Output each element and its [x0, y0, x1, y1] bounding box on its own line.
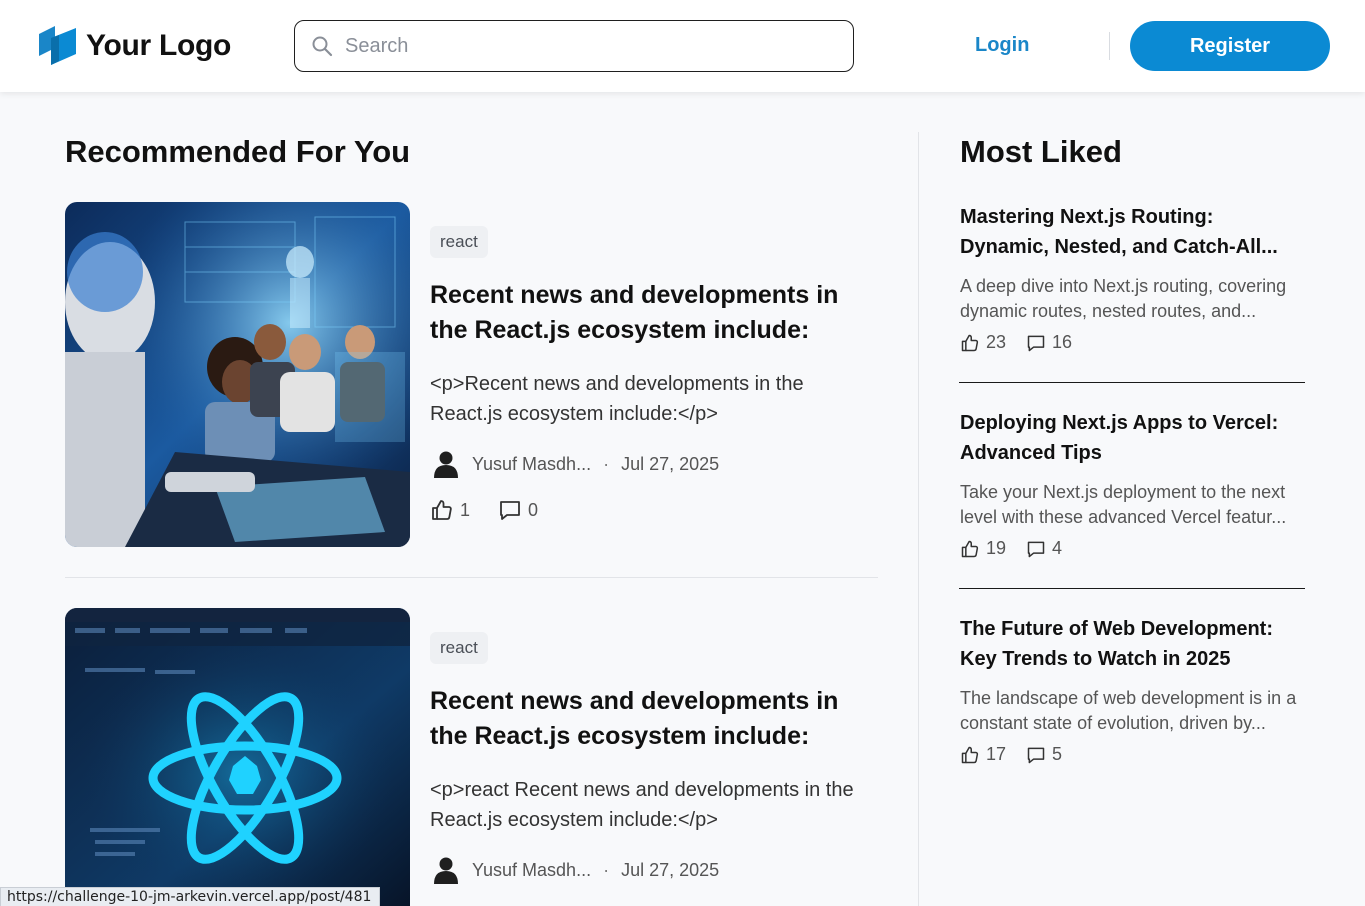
logo-cube-icon: [39, 26, 76, 65]
post-date: Jul 27, 2025: [621, 859, 720, 880]
post-stats: 1 0: [430, 498, 566, 522]
login-link[interactable]: Login: [975, 34, 1029, 57]
recommended-heading: Recommended For You: [65, 134, 411, 169]
comment-bubble-icon: [500, 501, 520, 520]
comment-count: 16: [1052, 332, 1073, 352]
liked-post-stats: 23 16: [960, 332, 1305, 353]
post-meta: Yusuf Masdh... · Jul 27, 2025: [430, 856, 719, 884]
post-excerpt: <p>Recent news and developments in the R…: [430, 373, 804, 425]
comment-button[interactable]: 16: [1026, 332, 1072, 353]
liked-divider: [959, 588, 1305, 589]
most-liked-item[interactable]: Mastering Next.js Routing: Dynamic, Nest…: [960, 202, 1305, 353]
meta-separator: ·: [603, 453, 610, 474]
thumbs-up-icon: [961, 746, 979, 763]
search-icon: [312, 36, 333, 57]
like-button[interactable]: 23: [960, 332, 1006, 353]
status-bar-url: https://challenge-10-jm-arkevin.vercel.a…: [0, 887, 381, 906]
post-card[interactable]: react Recent news and developments in th…: [65, 608, 878, 906]
comment-bubble-icon: [1027, 541, 1045, 557]
thumbs-up-icon: [432, 500, 452, 520]
post-tag[interactable]: react: [430, 226, 488, 258]
user-avatar-icon: [434, 857, 458, 884]
comment-button[interactable]: 5: [1026, 744, 1062, 765]
comment-button[interactable]: 4: [1026, 538, 1062, 559]
liked-post-stats: 17 5: [960, 744, 1305, 765]
meta-separator: ·: [603, 859, 610, 880]
thumbs-up-icon: [961, 334, 979, 351]
register-button[interactable]: Register: [1130, 21, 1330, 71]
like-count: 23: [986, 332, 1007, 352]
like-button[interactable]: 1: [430, 498, 470, 522]
liked-post-title[interactable]: The Future of Web Development: Key Trend…: [960, 614, 1305, 674]
like-count: 19: [986, 538, 1007, 558]
most-liked-item[interactable]: The Future of Web Development: Key Trend…: [960, 614, 1305, 765]
post-date: Jul 27, 2025: [621, 453, 720, 474]
logo-text: Your Logo: [86, 28, 232, 62]
top-navbar: Your Logo Login Register: [0, 0, 1365, 92]
post-thumbnail[interactable]: [65, 202, 410, 547]
liked-post-stats: 19 4: [960, 538, 1305, 559]
site-logo[interactable]: Your Logo: [39, 26, 231, 65]
post-thumbnail[interactable]: [65, 608, 410, 906]
like-button[interactable]: 19: [960, 538, 1006, 559]
like-count: 1: [460, 499, 471, 520]
most-liked-item[interactable]: Deploying Next.js Apps to Vercel: Advanc…: [960, 408, 1305, 559]
card-divider: [65, 577, 878, 578]
liked-post-title[interactable]: Deploying Next.js Apps to Vercel: Advanc…: [960, 408, 1305, 468]
author-name[interactable]: Yusuf Masdh...: [472, 454, 591, 475]
comment-bubble-icon: [1027, 747, 1045, 763]
header-divider: [1109, 32, 1110, 60]
liked-post-title[interactable]: Mastering Next.js Routing: Dynamic, Nest…: [960, 202, 1305, 262]
most-liked-heading: Most Liked: [960, 134, 1122, 169]
post-tag[interactable]: react: [430, 632, 488, 664]
liked-post-excerpt: A deep dive into Next.js routing, coveri…: [960, 276, 1287, 321]
post-meta: Yusuf Masdh... · Jul 27, 2025: [430, 450, 719, 478]
post-card[interactable]: react Recent news and developments in th…: [65, 202, 878, 547]
post-title[interactable]: Recent news and developments in the Reac…: [430, 684, 870, 754]
liked-post-excerpt: The landscape of web development is in a…: [960, 688, 1297, 733]
like-count: 17: [986, 744, 1007, 764]
comment-count: 4: [1052, 538, 1063, 558]
comment-count: 5: [1052, 744, 1063, 764]
post-excerpt: <p>react Recent news and developments in…: [430, 779, 854, 831]
search-input[interactable]: [345, 34, 825, 58]
comment-bubble-icon: [1027, 335, 1045, 351]
like-button[interactable]: 17: [960, 744, 1006, 765]
user-avatar-icon: [434, 451, 458, 478]
column-divider: [918, 132, 919, 906]
comment-count: 0: [528, 499, 539, 520]
post-title[interactable]: Recent news and developments in the Reac…: [430, 278, 870, 348]
thumbs-up-icon: [961, 540, 979, 557]
liked-divider: [959, 382, 1305, 383]
author-name[interactable]: Yusuf Masdh...: [472, 860, 591, 881]
comment-button[interactable]: 0: [498, 498, 538, 522]
liked-post-excerpt: Take your Next.js deployment to the next…: [960, 482, 1287, 527]
search-box[interactable]: [294, 20, 854, 72]
